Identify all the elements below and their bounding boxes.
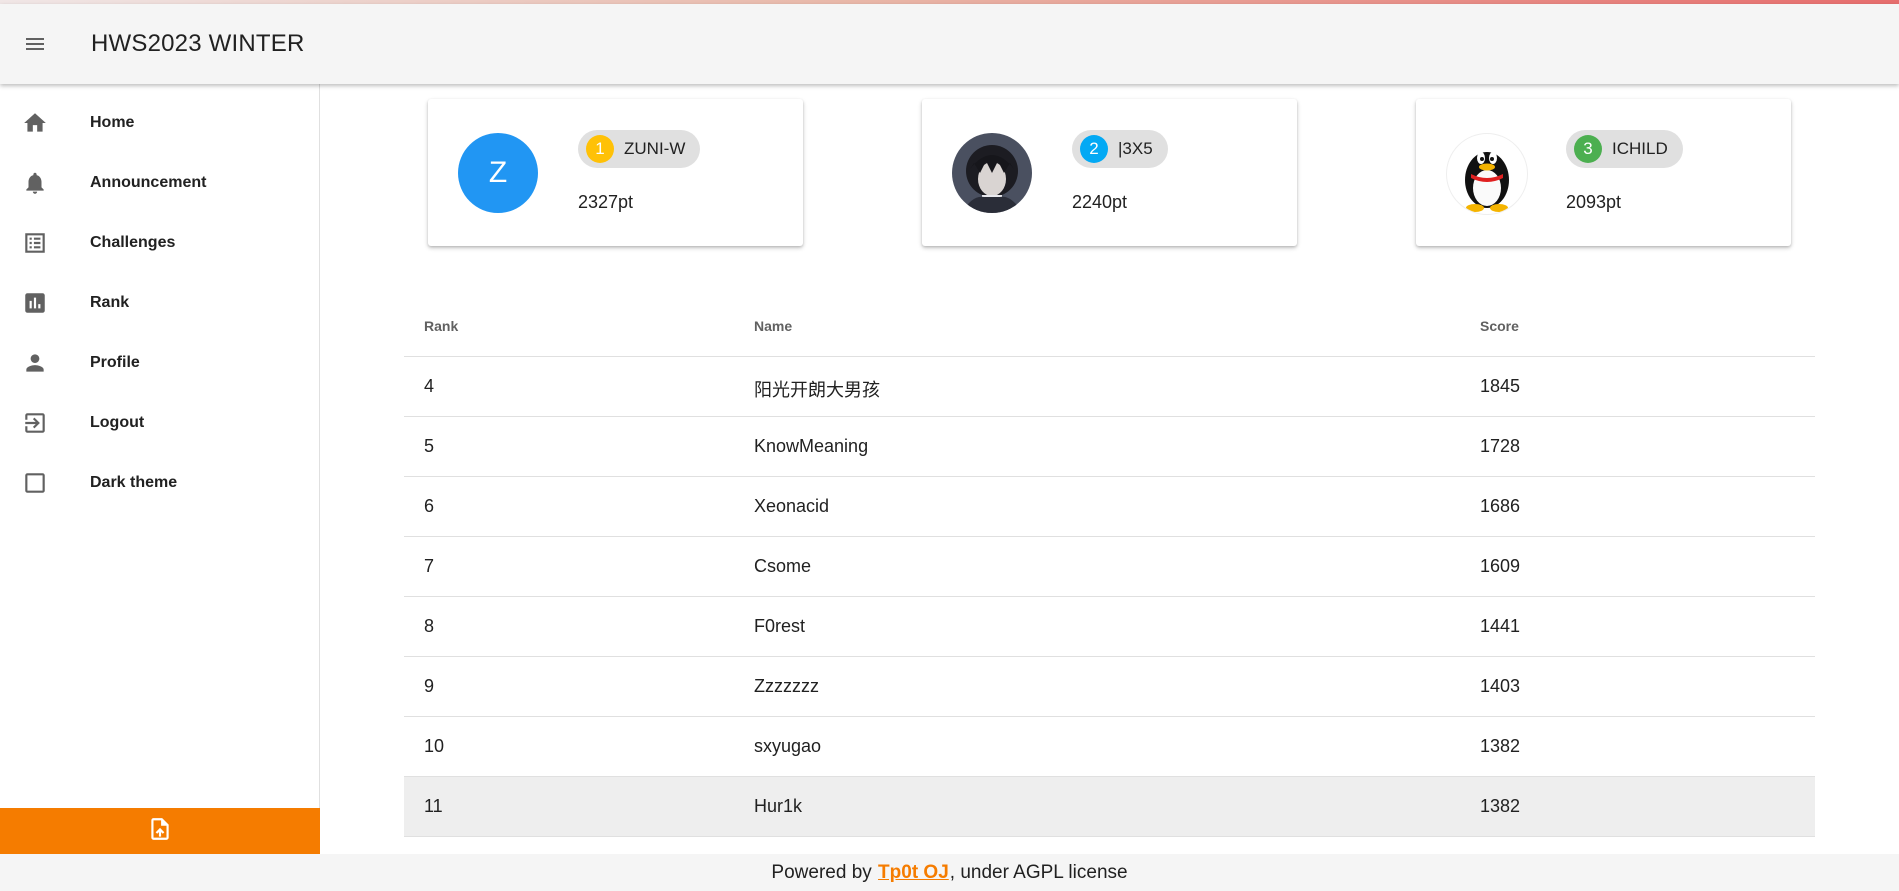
- sidebar-item-home[interactable]: Home: [0, 93, 319, 153]
- footer: Powered by Tp0t OJ, under AGPL license: [0, 854, 1899, 891]
- sidebar-item-label: Home: [90, 114, 135, 131]
- rank-badge: 3: [1574, 135, 1602, 163]
- table-row[interactable]: 8 F0rest 1441: [404, 597, 1815, 657]
- user-chip[interactable]: 1 ZUNI-W: [578, 130, 701, 168]
- rank-cell: 5: [424, 436, 435, 456]
- rank-cell: 11: [424, 796, 443, 816]
- name-cell: Xeonacid: [754, 496, 830, 516]
- sidebar-item-challenges[interactable]: Challenges: [0, 213, 319, 273]
- name-cell: KnowMeaning: [754, 436, 869, 456]
- user-name: ICHILD: [1612, 139, 1668, 158]
- user-name: |3X5: [1118, 139, 1153, 158]
- sidebar-item-announcement[interactable]: Announcement: [0, 153, 319, 213]
- upload-file-icon: [147, 816, 173, 847]
- sidebar-item-label: Announcement: [90, 174, 207, 191]
- user-name: ZUNI-W: [624, 139, 686, 158]
- rank-badge: 2: [1080, 135, 1108, 163]
- avatar: [952, 133, 1032, 213]
- table-row[interactable]: 11 Hur1k 1382: [404, 777, 1815, 837]
- checkbox-icon[interactable]: [22, 470, 48, 496]
- sidebar-item-rank[interactable]: Rank: [0, 273, 319, 333]
- column-header-name[interactable]: Name: [754, 318, 792, 334]
- user-score: 2093pt: [1566, 192, 1622, 212]
- rank-cell: 9: [424, 676, 435, 696]
- footer-link[interactable]: Tp0t OJ: [878, 862, 949, 884]
- column-header-rank[interactable]: Rank: [424, 318, 458, 334]
- table-row[interactable]: 6 Xeonacid 1686: [404, 477, 1815, 537]
- rank-table: Rank Name Score 4 阳光开朗大男孩 1845 5 KnowMea…: [404, 296, 1815, 837]
- sidebar-item-label: Logout: [90, 414, 145, 431]
- rank-cell: 8: [424, 616, 435, 636]
- upload-button[interactable]: [0, 808, 320, 854]
- name-cell: sxyugao: [754, 736, 822, 756]
- score-cell: 1609: [1480, 556, 1521, 576]
- score-cell: 1441: [1480, 616, 1521, 636]
- user-chip[interactable]: 2 |3X5: [1072, 130, 1168, 168]
- bar-chart-icon: [22, 290, 48, 316]
- user-score: 2327pt: [578, 192, 634, 212]
- person-icon: [22, 350, 48, 376]
- name-cell: Csome: [754, 556, 812, 576]
- footer-suffix: , under AGPL license: [949, 861, 1128, 883]
- table-row[interactable]: 7 Csome 1609: [404, 537, 1815, 597]
- name-cell: F0rest: [754, 616, 806, 636]
- user-chip[interactable]: 3 ICHILD: [1566, 130, 1683, 168]
- avatar: [1446, 133, 1528, 215]
- user-score: 2240pt: [1072, 192, 1128, 212]
- rank-cell: 7: [424, 556, 435, 576]
- score-cell: 1686: [1480, 496, 1521, 516]
- table-row[interactable]: 4 阳光开朗大男孩 1845: [404, 357, 1815, 417]
- app-title: HWS2023 WINTER: [91, 30, 305, 57]
- name-cell: Zzzzzzz: [754, 676, 819, 696]
- score-cell: 1382: [1480, 736, 1521, 756]
- table-row[interactable]: 9 Zzzzzzz 1403: [404, 657, 1815, 717]
- table-header: Rank Name Score: [404, 296, 1815, 357]
- sidebar-item-logout[interactable]: Logout: [0, 393, 319, 453]
- score-cell: 1845: [1480, 376, 1521, 396]
- rank-cell: 6: [424, 496, 435, 516]
- sidebar-nav: Home Announcement Challenges Rank Profil…: [0, 84, 320, 854]
- column-header-score[interactable]: Score: [1480, 318, 1519, 334]
- sidebar-item-label: Profile: [90, 354, 140, 371]
- rank-cell: 10: [424, 736, 445, 756]
- rank-badge: 1: [586, 135, 614, 163]
- list-icon: [22, 230, 48, 256]
- logout-icon: [22, 410, 48, 436]
- app-bar: HWS2023 WINTER: [0, 4, 1899, 84]
- sidebar-item-dark-theme[interactable]: Dark theme: [0, 453, 319, 513]
- table-row[interactable]: 10 sxyugao 1382: [404, 717, 1815, 777]
- podium-card-third: 3 ICHILD 2093pt: [1416, 99, 1791, 246]
- sidebar-item-label: Rank: [90, 294, 130, 311]
- name-cell: 阳光开朗大男孩: [754, 380, 880, 400]
- sidebar-item-profile[interactable]: Profile: [0, 333, 319, 393]
- name-cell: Hur1k: [754, 796, 803, 816]
- score-cell: 1382: [1480, 796, 1521, 816]
- score-cell: 1403: [1480, 676, 1521, 696]
- avatar: Z: [458, 133, 538, 213]
- podium-card-first: Z 1 ZUNI-W 2327pt: [428, 99, 803, 246]
- score-cell: 1728: [1480, 436, 1521, 456]
- table-row[interactable]: 5 KnowMeaning 1728: [404, 417, 1815, 477]
- menu-icon[interactable]: [17, 26, 53, 62]
- footer-prefix: Powered by: [771, 861, 872, 883]
- podium-card-second: 2 |3X5 2240pt: [922, 99, 1297, 246]
- sidebar-item-label: Dark theme: [90, 474, 178, 491]
- sidebar-item-label: Challenges: [90, 234, 176, 251]
- rank-cell: 4: [424, 376, 435, 396]
- home-icon: [22, 110, 48, 136]
- bell-icon: [22, 170, 48, 196]
